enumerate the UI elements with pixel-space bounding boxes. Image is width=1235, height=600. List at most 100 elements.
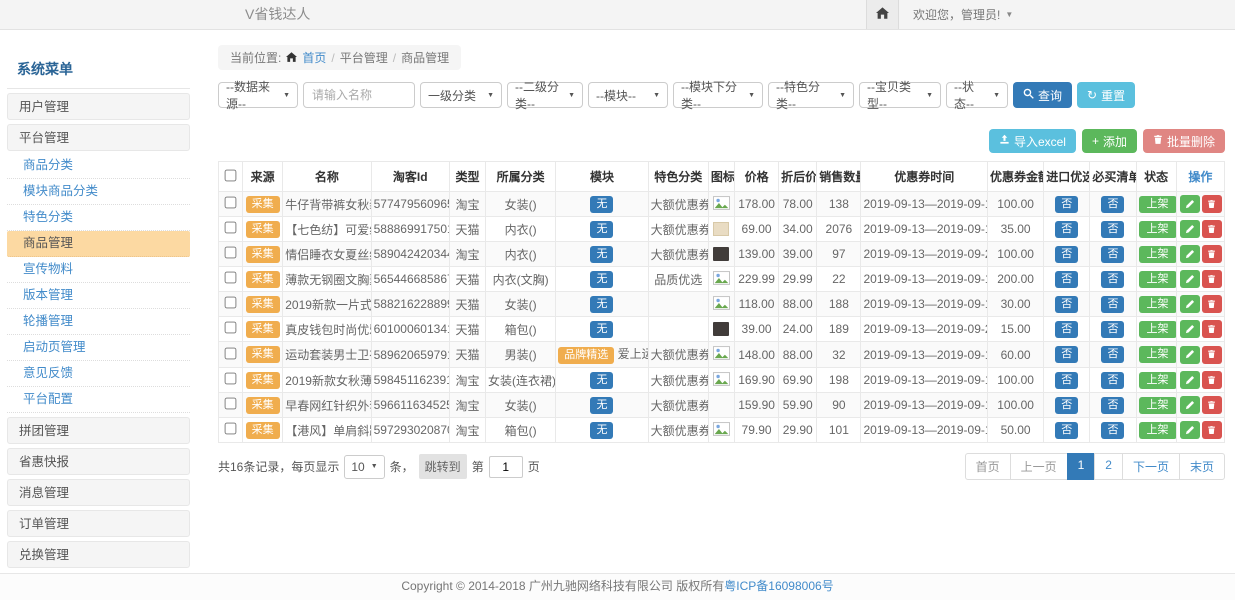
delete-button[interactable] — [1202, 320, 1222, 338]
page-number-input[interactable] — [489, 456, 523, 478]
row-checkbox[interactable] — [225, 347, 237, 359]
sidebar-group[interactable]: 拼团管理 — [7, 417, 190, 444]
module-none-badge[interactable]: 无 — [590, 246, 613, 263]
status-select[interactable]: --状态--▼ — [946, 82, 1008, 108]
batch-delete-button[interactable]: 批量删除 — [1143, 129, 1225, 153]
row-checkbox[interactable] — [225, 247, 237, 259]
import-excel-button[interactable]: 导入excel — [989, 129, 1076, 153]
module-none-badge[interactable]: 无 — [590, 271, 613, 288]
sidebar-group[interactable]: 订单管理 — [7, 510, 190, 537]
level2-category-select[interactable]: --二级分类--▼ — [507, 82, 583, 108]
sidebar-subitem[interactable]: 商品分类 — [7, 153, 190, 179]
must-buy-toggle[interactable]: 否 — [1101, 372, 1124, 389]
import-select-toggle[interactable]: 否 — [1055, 221, 1078, 238]
breadcrumb-home-link[interactable]: 首页 — [302, 49, 326, 66]
pager-item[interactable]: 2 — [1094, 453, 1123, 480]
delete-button[interactable] — [1202, 220, 1222, 238]
edit-button[interactable] — [1180, 346, 1200, 364]
import-select-toggle[interactable]: 否 — [1055, 271, 1078, 288]
home-button[interactable] — [866, 0, 899, 29]
module-none-badge[interactable]: 无 — [590, 372, 613, 389]
must-buy-toggle[interactable]: 否 — [1101, 271, 1124, 288]
sidebar-subitem[interactable]: 模块商品分类 — [7, 179, 190, 205]
must-buy-toggle[interactable]: 否 — [1101, 397, 1124, 414]
sidebar-group[interactable]: 兑换管理 — [7, 541, 190, 568]
edit-button[interactable] — [1180, 295, 1200, 313]
row-checkbox[interactable] — [225, 197, 237, 209]
delete-button[interactable] — [1202, 245, 1222, 263]
edit-button[interactable] — [1180, 195, 1200, 213]
icp-link[interactable]: 粤ICP备16098006号 — [724, 579, 833, 593]
must-buy-toggle[interactable]: 否 — [1101, 321, 1124, 338]
delete-button[interactable] — [1202, 396, 1222, 414]
reset-button[interactable]: ↻ 重置 — [1077, 82, 1135, 108]
import-select-toggle[interactable]: 否 — [1055, 321, 1078, 338]
module-select[interactable]: --模块--▼ — [588, 82, 668, 108]
delete-button[interactable] — [1202, 346, 1222, 364]
name-search-input[interactable] — [303, 82, 415, 108]
edit-button[interactable] — [1180, 270, 1200, 288]
module-none-badge[interactable]: 无 — [590, 422, 613, 439]
edit-button[interactable] — [1180, 371, 1200, 389]
import-select-toggle[interactable]: 否 — [1055, 246, 1078, 263]
row-checkbox[interactable] — [225, 297, 237, 309]
edit-button[interactable] — [1180, 396, 1200, 414]
import-select-toggle[interactable]: 否 — [1055, 346, 1078, 363]
sidebar-subitem[interactable]: 特色分类 — [7, 205, 190, 231]
status-button[interactable]: 上架 — [1139, 246, 1177, 263]
delete-button[interactable] — [1202, 371, 1222, 389]
edit-button[interactable] — [1180, 245, 1200, 263]
sidebar-subitem[interactable]: 启动页管理 — [7, 335, 190, 361]
must-buy-toggle[interactable]: 否 — [1101, 422, 1124, 439]
edit-button[interactable] — [1180, 320, 1200, 338]
user-menu[interactable]: 欢迎您，管理员! ▼ — [913, 6, 1013, 23]
pager-item[interactable]: 1 — [1067, 453, 1096, 480]
status-button[interactable]: 上架 — [1139, 196, 1177, 213]
module-none-badge[interactable]: 无 — [590, 221, 613, 238]
sidebar-subitem[interactable]: 轮播管理 — [7, 309, 190, 335]
edit-button[interactable] — [1180, 220, 1200, 238]
delete-button[interactable] — [1202, 421, 1222, 439]
module-sub-category-select[interactable]: --模块下分类--▼ — [673, 82, 763, 108]
import-select-toggle[interactable]: 否 — [1055, 422, 1078, 439]
sidebar-group[interactable]: 用户管理 — [7, 93, 190, 120]
add-button[interactable]: + 添加 — [1082, 129, 1137, 153]
status-button[interactable]: 上架 — [1139, 221, 1177, 238]
import-select-toggle[interactable]: 否 — [1055, 372, 1078, 389]
must-buy-toggle[interactable]: 否 — [1101, 196, 1124, 213]
status-button[interactable]: 上架 — [1139, 271, 1177, 288]
status-button[interactable]: 上架 — [1139, 346, 1177, 363]
import-select-toggle[interactable]: 否 — [1055, 196, 1078, 213]
data-source-select[interactable]: --数据来源--▼ — [218, 82, 298, 108]
status-button[interactable]: 上架 — [1139, 422, 1177, 439]
delete-button[interactable] — [1202, 195, 1222, 213]
feature-category-select[interactable]: --特色分类--▼ — [768, 82, 854, 108]
module-none-badge[interactable]: 无 — [590, 296, 613, 313]
status-button[interactable]: 上架 — [1139, 397, 1177, 414]
page-size-select[interactable]: 10 ▼ — [344, 455, 384, 479]
row-checkbox[interactable] — [225, 423, 237, 435]
pager-item[interactable]: 首页 — [965, 453, 1011, 480]
select-all-checkbox[interactable] — [225, 169, 237, 181]
row-checkbox[interactable] — [225, 222, 237, 234]
row-checkbox[interactable] — [225, 373, 237, 385]
sidebar-subitem[interactable]: 意见反馈 — [7, 361, 190, 387]
must-buy-toggle[interactable]: 否 — [1101, 221, 1124, 238]
must-buy-toggle[interactable]: 否 — [1101, 246, 1124, 263]
pager-item[interactable]: 上一页 — [1010, 453, 1068, 480]
sidebar-group[interactable]: 平台管理 — [7, 124, 190, 151]
pager-item[interactable]: 下一页 — [1122, 453, 1180, 480]
sidebar-group[interactable]: 消息管理 — [7, 479, 190, 506]
must-buy-toggle[interactable]: 否 — [1101, 296, 1124, 313]
sidebar-group[interactable]: 省惠快报 — [7, 448, 190, 475]
edit-button[interactable] — [1180, 421, 1200, 439]
row-checkbox[interactable] — [225, 398, 237, 410]
search-button[interactable]: 查询 — [1013, 82, 1072, 108]
level1-category-select[interactable]: 一级分类▼ — [420, 82, 502, 108]
import-select-toggle[interactable]: 否 — [1055, 397, 1078, 414]
must-buy-toggle[interactable]: 否 — [1101, 346, 1124, 363]
module-none-badge[interactable]: 无 — [590, 397, 613, 414]
module-none-badge[interactable]: 无 — [590, 196, 613, 213]
delete-button[interactable] — [1202, 270, 1222, 288]
sidebar-subitem[interactable]: 版本管理 — [7, 283, 190, 309]
